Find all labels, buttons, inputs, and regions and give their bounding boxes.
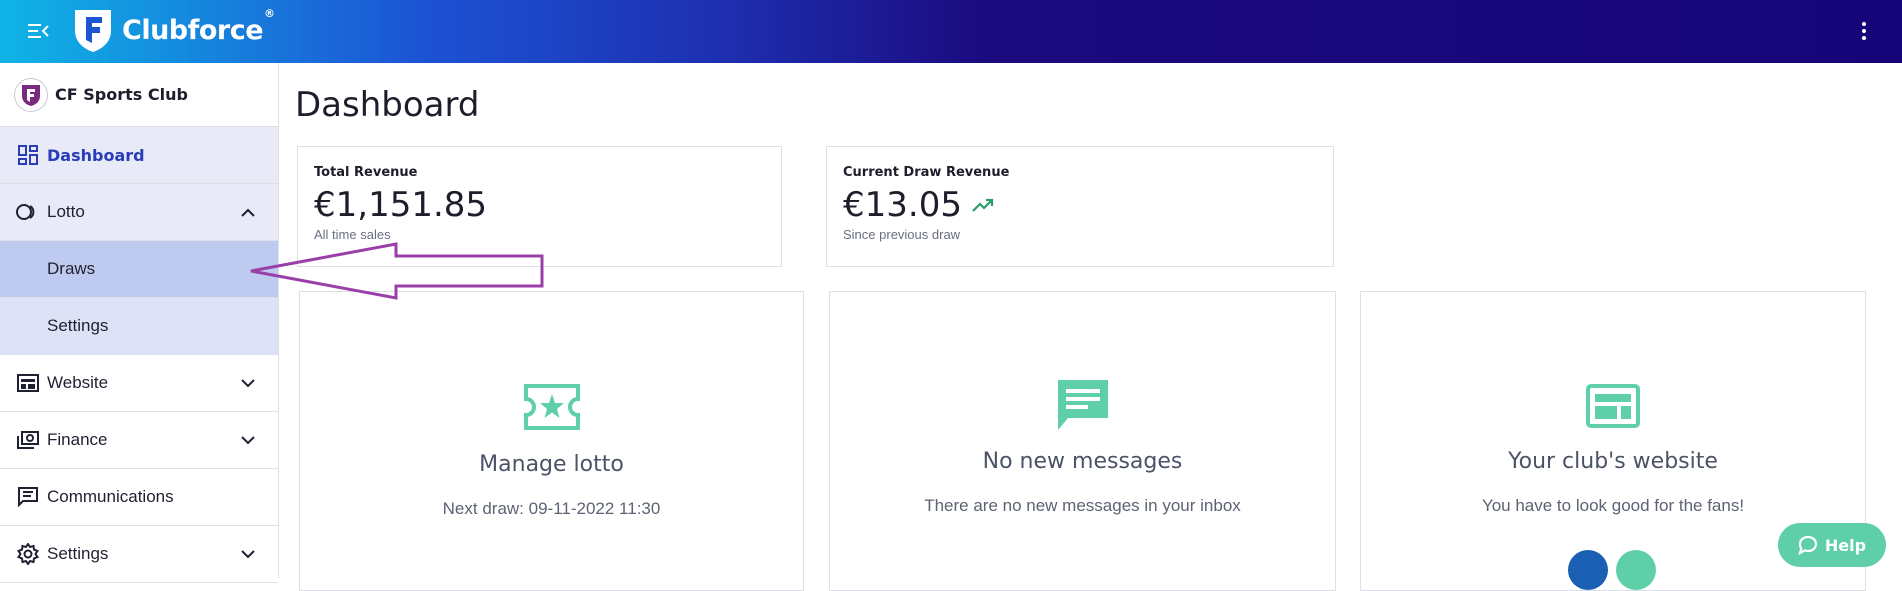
sidebar-item-label: Dashboard: [47, 145, 145, 165]
sidebar-item-label: Website: [47, 373, 109, 392]
dashboard-icon: [16, 143, 40, 167]
manage-lotto-card[interactable]: Manage lotto Next draw: 09-11-2022 11:30: [299, 291, 804, 591]
carousel-dot[interactable]: [1616, 550, 1656, 590]
website-icon: [16, 371, 40, 395]
stat-value: €13.05: [843, 186, 1317, 224]
kebab-dot: [1862, 29, 1866, 33]
more-options-button[interactable]: [1854, 14, 1874, 48]
carousel-dot[interactable]: [1568, 550, 1608, 590]
club-header[interactable]: CF Sports Club: [0, 63, 278, 127]
sidebar-item-label: Lotto: [47, 202, 85, 221]
feature-title: Manage lotto: [479, 452, 624, 477]
chat-bubble-icon: [1798, 535, 1818, 555]
sidebar-item-label: Settings: [47, 316, 109, 335]
lotto-icon: [16, 200, 40, 224]
gear-icon: [16, 542, 40, 566]
stat-amount: €1,151.85: [314, 185, 488, 225]
sidebar-item-communications[interactable]: Communications: [0, 469, 278, 526]
feature-title: No new messages: [982, 449, 1183, 474]
stat-value: €1,151.85: [314, 186, 765, 224]
messages-card[interactable]: No new messages There are no new message…: [829, 291, 1336, 591]
feature-text: You have to look good for the fans!: [1481, 496, 1745, 515]
sidebar-item-dashboard[interactable]: Dashboard: [0, 127, 278, 184]
page-title: Dashboard: [295, 85, 480, 125]
help-button[interactable]: Help: [1778, 523, 1886, 567]
sidebar: CF Sports Club Dashboard Lotto Draws Set…: [0, 63, 279, 583]
message-icon: [830, 378, 1335, 432]
registered-mark: ®: [264, 6, 275, 20]
current-draw-revenue-card: Current Draw Revenue €13.05 Since previo…: [826, 146, 1334, 267]
clubforce-logo[interactable]: Clubforce®: [72, 6, 275, 54]
trending-up-icon: [972, 198, 994, 212]
website-layout-icon: [1361, 384, 1865, 428]
help-label: Help: [1824, 535, 1867, 555]
clubforce-shield-icon: [75, 10, 111, 52]
sidebar-item-label: Communications: [47, 487, 174, 506]
chevron-down-icon: [238, 373, 258, 393]
sidebar-item-draws[interactable]: Draws: [0, 241, 278, 298]
sidebar-item-finance[interactable]: Finance: [0, 412, 278, 469]
menu-collapse-icon: [28, 24, 49, 38]
feature-text: There are no new messages in your inbox: [924, 496, 1241, 515]
sidebar-item-lotto-settings[interactable]: Settings: [0, 298, 278, 355]
chevron-up-icon: [238, 202, 258, 222]
menu-toggle-button[interactable]: [22, 16, 56, 46]
sidebar-item-label: Settings: [47, 544, 109, 563]
sidebar-item-settings[interactable]: Settings: [0, 526, 278, 583]
chevron-down-icon: [238, 544, 258, 564]
stat-subtext: Since previous draw: [843, 227, 961, 242]
stat-label: Total Revenue: [314, 165, 418, 180]
stat-label: Current Draw Revenue: [843, 165, 1010, 180]
kebab-dot: [1862, 22, 1866, 26]
feature-text: Next draw: 09-11-2022 11:30: [442, 499, 661, 518]
sidebar-item-label: Finance: [47, 430, 108, 449]
sidebar-item-website[interactable]: Website: [0, 355, 278, 412]
finance-icon: [16, 428, 40, 452]
annotation-arrow: [250, 242, 544, 300]
stat-subtext: All time sales: [314, 227, 391, 242]
brand-name: Clubforce: [122, 14, 264, 46]
club-name: CF Sports Club: [55, 85, 188, 104]
kebab-dot: [1862, 36, 1866, 40]
sidebar-item-label: Draws: [47, 259, 96, 278]
main-content: Dashboard Total Revenue €1,151.85 All ti…: [280, 63, 1902, 591]
sidebar-item-lotto[interactable]: Lotto: [0, 184, 278, 241]
top-bar: Clubforce®: [0, 0, 1902, 63]
stat-amount: €13.05: [843, 185, 962, 225]
ticket-star-icon: [300, 384, 803, 430]
feature-title: Your club's website: [1508, 449, 1718, 474]
communications-icon: [16, 485, 40, 509]
chevron-down-icon: [238, 430, 258, 450]
club-crest-icon: [14, 77, 48, 112]
